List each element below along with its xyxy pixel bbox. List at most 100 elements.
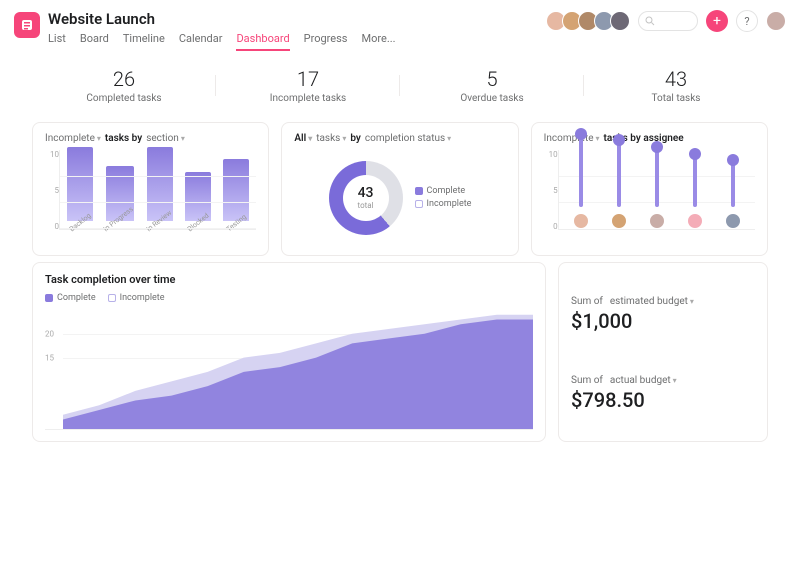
stat-label: Overdue tasks bbox=[400, 93, 584, 104]
bar-chart: 10 5 0 BacklogIn ProgressIn ReviewBlocke… bbox=[45, 150, 256, 245]
stat-total[interactable]: 43 Total tasks bbox=[584, 67, 768, 104]
tab-dashboard[interactable]: Dashboard bbox=[236, 32, 289, 51]
title-block: Website Launch List Board Timeline Calen… bbox=[48, 10, 396, 51]
legend-label: Complete bbox=[427, 186, 466, 196]
swatch-icon bbox=[415, 187, 423, 195]
lollipop-ball bbox=[613, 134, 625, 146]
sum-of-label: Sum of bbox=[571, 296, 603, 307]
tab-timeline[interactable]: Timeline bbox=[123, 32, 165, 51]
lollipops bbox=[558, 150, 755, 230]
card-title: Task completion over time bbox=[45, 273, 533, 286]
stat-value: 43 bbox=[584, 67, 768, 91]
lollipop-col bbox=[567, 134, 595, 229]
legend-incomplete: Incomplete bbox=[415, 199, 472, 209]
nav-tabs: List Board Timeline Calendar Dashboard P… bbox=[48, 32, 396, 51]
tab-progress[interactable]: Progress bbox=[304, 32, 348, 51]
card-header: All tasks by completion status bbox=[294, 133, 505, 144]
help-icon: ? bbox=[744, 15, 749, 28]
by-label: by bbox=[350, 133, 361, 144]
y-tick: 5 bbox=[45, 186, 59, 195]
budget-field-dropdown[interactable]: estimated budget bbox=[610, 296, 694, 307]
member-avatars[interactable] bbox=[550, 11, 630, 31]
avatar bbox=[610, 11, 630, 31]
stat-overdue[interactable]: 5 Overdue tasks bbox=[400, 67, 584, 104]
y-tick: 0 bbox=[45, 222, 59, 231]
add-button[interactable]: + bbox=[706, 10, 728, 32]
filter-dropdown[interactable]: Incomplete bbox=[45, 133, 101, 144]
bar-col: In Review bbox=[144, 147, 176, 229]
budget-estimated: Sum of estimated budget $1,000 bbox=[571, 293, 755, 333]
stat-incomplete[interactable]: 17 Incomplete tasks bbox=[216, 67, 400, 104]
y-axis: 10 5 0 bbox=[45, 150, 59, 245]
tab-list[interactable]: List bbox=[48, 32, 66, 51]
assignee-avatar[interactable] bbox=[687, 213, 703, 229]
search-input[interactable] bbox=[638, 11, 698, 31]
project-icon bbox=[14, 12, 40, 38]
donut: 43 total bbox=[329, 161, 403, 235]
card-tasks-by-section: Incomplete tasks by section 10 5 0 Backl… bbox=[32, 122, 269, 256]
budget-actual: Sum of actual budget $798.50 bbox=[571, 372, 755, 412]
card-tasks-by-completion: All tasks by completion status 43 total … bbox=[281, 122, 518, 256]
stat-value: 26 bbox=[32, 67, 216, 91]
legend-complete: Complete bbox=[45, 293, 96, 303]
legend-label: Complete bbox=[57, 293, 96, 303]
y-tick: 10 bbox=[544, 150, 558, 159]
stat-value: 5 bbox=[400, 67, 584, 91]
swatch-icon bbox=[108, 294, 116, 302]
lollipop-ball bbox=[651, 141, 663, 153]
lollipop-stick bbox=[617, 140, 621, 207]
legend-label: Incomplete bbox=[427, 199, 472, 209]
assignee-avatar[interactable] bbox=[725, 213, 741, 229]
area-chart: 1520 bbox=[45, 310, 533, 430]
stat-label: Incomplete tasks bbox=[216, 93, 400, 104]
stat-label: Completed tasks bbox=[32, 93, 216, 104]
card-completion-over-time: Task completion over time Complete Incom… bbox=[32, 262, 546, 442]
stat-completed[interactable]: 26 Completed tasks bbox=[32, 67, 216, 104]
lollipop-col bbox=[681, 154, 709, 229]
lollipop-ball bbox=[575, 128, 587, 140]
swatch-icon bbox=[45, 294, 53, 302]
stats-row: 26 Completed tasks 17 Incomplete tasks 5… bbox=[32, 59, 768, 116]
search-icon bbox=[645, 16, 655, 26]
tab-more[interactable]: More... bbox=[361, 32, 395, 51]
help-button[interactable]: ? bbox=[736, 10, 758, 32]
charts-row-2: Task completion over time Complete Incom… bbox=[32, 262, 768, 442]
charts-row-1: Incomplete tasks by section 10 5 0 Backl… bbox=[32, 122, 768, 256]
assignee-avatar[interactable] bbox=[649, 213, 665, 229]
legend-incomplete: Incomplete bbox=[108, 293, 165, 303]
card-budget: Sum of estimated budget $1,000 Sum of ac… bbox=[558, 262, 768, 442]
y-tick: 10 bbox=[45, 150, 59, 159]
tasks-dropdown[interactable]: tasks bbox=[316, 133, 346, 144]
app-header: Website Launch List Board Timeline Calen… bbox=[0, 0, 800, 51]
legend-label: Incomplete bbox=[120, 293, 165, 303]
area-series bbox=[63, 320, 533, 429]
lollipop-chart: 10 5 0 bbox=[544, 150, 755, 245]
budget-field-dropdown[interactable]: actual budget bbox=[610, 375, 677, 386]
group-dropdown[interactable]: section bbox=[146, 133, 185, 144]
lollipop-stick bbox=[731, 160, 735, 207]
assignee-avatar[interactable] bbox=[573, 213, 589, 229]
budget-value: $798.50 bbox=[571, 388, 755, 412]
y-tick: 20 bbox=[45, 330, 54, 339]
current-user-avatar[interactable] bbox=[766, 11, 786, 31]
tab-calendar[interactable]: Calendar bbox=[179, 32, 223, 51]
dashboard-content: 26 Completed tasks 17 Incomplete tasks 5… bbox=[0, 51, 800, 442]
header-actions: + ? bbox=[550, 10, 786, 32]
y-tick: 15 bbox=[45, 354, 54, 363]
donut-chart: 43 total Complete Incomplete bbox=[294, 150, 505, 245]
bar-col: Testing bbox=[220, 159, 252, 229]
group-dropdown[interactable]: completion status bbox=[365, 133, 451, 144]
y-axis: 10 5 0 bbox=[544, 150, 558, 245]
assignee-avatar[interactable] bbox=[611, 213, 627, 229]
lollipop-stick bbox=[655, 147, 659, 207]
y-tick: 0 bbox=[544, 222, 558, 231]
bar-col: Backlog bbox=[64, 147, 96, 229]
bar bbox=[67, 147, 93, 221]
donut-legend: Complete Incomplete bbox=[415, 183, 472, 212]
bars: BacklogIn ProgressIn ReviewBlockedTestin… bbox=[59, 150, 256, 230]
filter-dropdown[interactable]: All bbox=[294, 133, 312, 144]
lollipop-stick bbox=[693, 154, 697, 207]
lollipop-stick bbox=[579, 134, 583, 207]
tab-board[interactable]: Board bbox=[80, 32, 109, 51]
lollipop-col bbox=[605, 140, 633, 229]
